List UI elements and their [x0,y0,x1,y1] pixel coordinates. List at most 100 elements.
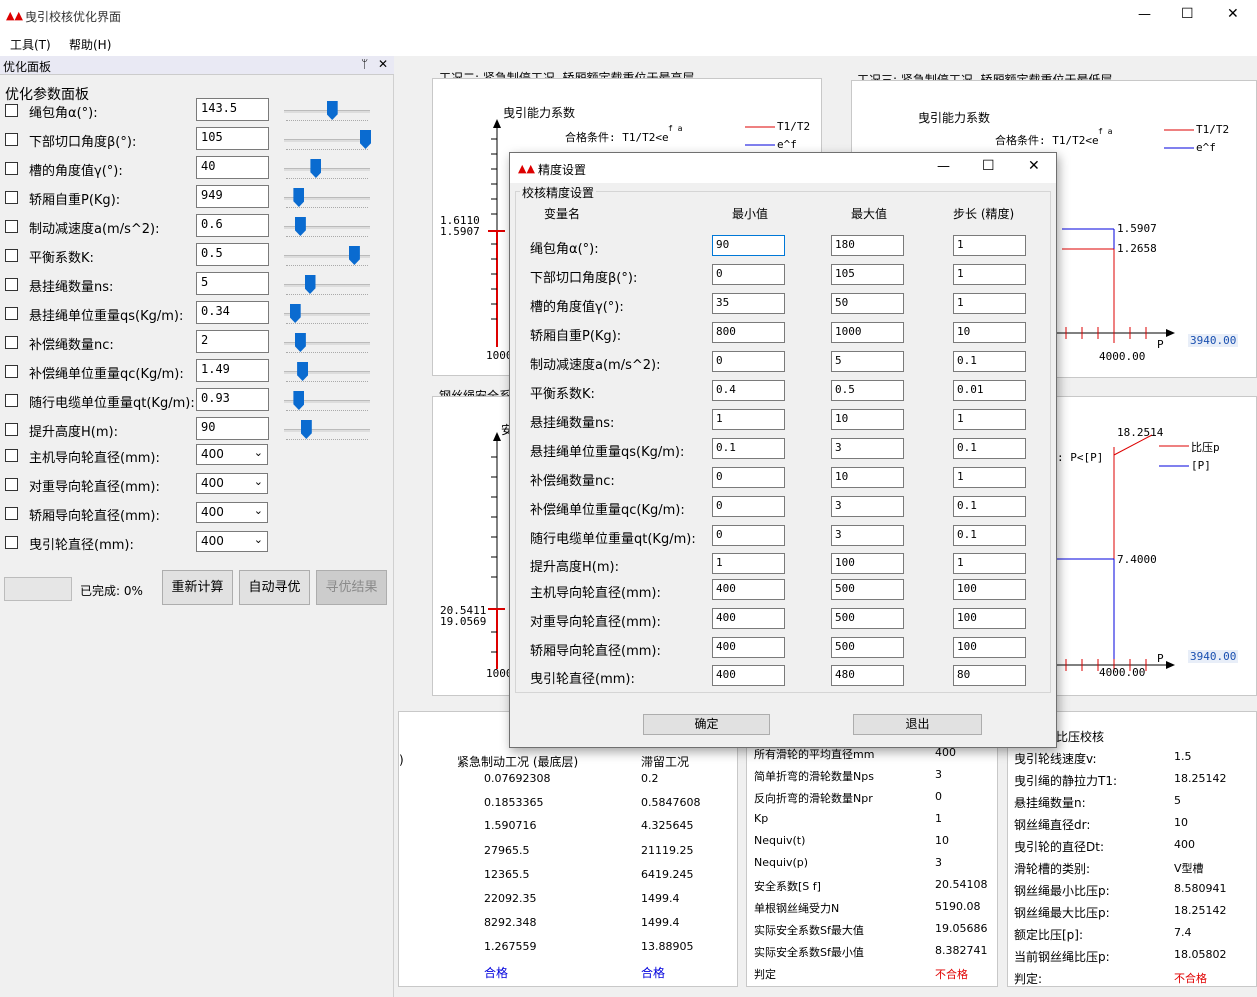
param-checkbox[interactable] [5,394,18,407]
param-slider-thumb[interactable] [297,362,309,381]
diameter-select[interactable]: 400 ⌄ [196,473,268,494]
param-input[interactable]: 40 [196,156,269,179]
min-input[interactable]: 0 [712,496,785,517]
param-checkbox[interactable] [5,104,18,117]
max-input[interactable]: 3 [831,496,904,517]
step-input[interactable]: 0.1 [953,525,1026,546]
param-checkbox[interactable] [5,278,18,291]
param-input[interactable]: 1.49 [196,359,269,382]
maximize-icon[interactable]: ☐ [1181,6,1194,22]
step-input[interactable]: 1 [953,293,1026,314]
recalculate-button[interactable]: 重新计算 [162,570,233,605]
auto-optimize-button[interactable]: 自动寻优 [239,570,310,605]
param-slider-track[interactable] [284,139,370,142]
diameter-checkbox[interactable] [5,507,18,520]
step-input[interactable]: 10 [953,322,1026,343]
diameter-select[interactable]: 400 ⌄ [196,531,268,552]
dialog-maximize-icon[interactable]: ☐ [982,158,995,174]
max-input[interactable]: 5 [831,351,904,372]
diameter-select[interactable]: 400 ⌄ [196,502,268,523]
min-input[interactable]: 1 [712,553,785,574]
min-input[interactable]: 0 [712,351,785,372]
min-input[interactable]: 400 [712,579,785,600]
step-input[interactable]: 1 [953,409,1026,430]
param-slider-track[interactable] [284,371,370,374]
menu-help[interactable]: 帮助(H) [69,36,111,53]
pin-icon[interactable]: ᛘ [361,57,368,71]
param-slider-thumb[interactable] [293,391,305,410]
param-input[interactable]: 949 [196,185,269,208]
optimize-result-button[interactable]: 寻优结果 [316,570,387,605]
min-input[interactable]: 90 [712,235,785,256]
min-input[interactable]: 0.4 [712,380,785,401]
param-slider-thumb[interactable] [304,275,316,294]
max-input[interactable]: 50 [831,293,904,314]
step-input[interactable]: 0.1 [953,496,1026,517]
param-checkbox[interactable] [5,191,18,204]
param-slider-thumb[interactable] [360,130,371,149]
min-input[interactable]: 35 [712,293,785,314]
diameter-select[interactable]: 400 ⌄ [196,444,268,465]
param-slider-thumb[interactable] [294,217,306,236]
param-checkbox[interactable] [5,336,18,349]
step-input[interactable]: 100 [953,608,1026,629]
min-input[interactable]: 0 [712,467,785,488]
param-input[interactable]: 2 [196,330,269,353]
param-slider-thumb[interactable] [294,333,306,352]
max-input[interactable]: 3 [831,438,904,459]
step-input[interactable]: 1 [953,235,1026,256]
max-input[interactable]: 10 [831,409,904,430]
param-checkbox[interactable] [5,133,18,146]
param-slider-thumb[interactable] [310,159,322,178]
min-input[interactable]: 800 [712,322,785,343]
step-input[interactable]: 1 [953,553,1026,574]
param-input[interactable]: 5 [196,272,269,295]
diameter-checkbox[interactable] [5,536,18,549]
max-input[interactable]: 100 [831,553,904,574]
step-input[interactable]: 0.1 [953,351,1026,372]
max-input[interactable]: 0.5 [831,380,904,401]
param-slider-thumb[interactable] [289,304,301,323]
max-input[interactable]: 10 [831,467,904,488]
param-slider-thumb[interactable] [300,420,312,439]
param-input[interactable]: 0.5 [196,243,269,266]
min-input[interactable]: 0 [712,264,785,285]
step-input[interactable]: 1 [953,264,1026,285]
param-slider-track[interactable] [284,429,370,432]
min-input[interactable]: 400 [712,608,785,629]
param-slider-track[interactable] [284,168,370,171]
diameter-checkbox[interactable] [5,449,18,462]
param-checkbox[interactable] [5,162,18,175]
diameter-checkbox[interactable] [5,478,18,491]
param-checkbox[interactable] [5,307,18,320]
close-icon[interactable]: ✕ [1227,6,1239,22]
param-slider-track[interactable] [284,284,370,287]
param-checkbox[interactable] [5,220,18,233]
min-input[interactable]: 400 [712,665,785,686]
min-input[interactable]: 0.1 [712,438,785,459]
min-input[interactable]: 1 [712,409,785,430]
max-input[interactable]: 500 [831,637,904,658]
param-input[interactable]: 0.6 [196,214,269,237]
param-checkbox[interactable] [5,423,18,436]
param-slider-thumb[interactable] [348,246,360,265]
exit-button[interactable]: 退出 [853,714,982,735]
max-input[interactable]: 1000 [831,322,904,343]
step-input[interactable]: 80 [953,665,1026,686]
param-input[interactable]: 90 [196,417,269,440]
max-input[interactable]: 500 [831,608,904,629]
max-input[interactable]: 3 [831,525,904,546]
param-input[interactable]: 0.34 [196,301,269,324]
max-input[interactable]: 180 [831,235,904,256]
min-input[interactable]: 400 [712,637,785,658]
step-input[interactable]: 100 [953,637,1026,658]
step-input[interactable]: 100 [953,579,1026,600]
ok-button[interactable]: 确定 [643,714,770,735]
param-slider-thumb[interactable] [326,101,338,120]
param-input[interactable]: 143.5 [196,98,269,121]
max-input[interactable]: 105 [831,264,904,285]
min-input[interactable]: 0 [712,525,785,546]
step-input[interactable]: 0.1 [953,438,1026,459]
param-checkbox[interactable] [5,365,18,378]
menu-tools[interactable]: 工具(T) [10,36,51,53]
